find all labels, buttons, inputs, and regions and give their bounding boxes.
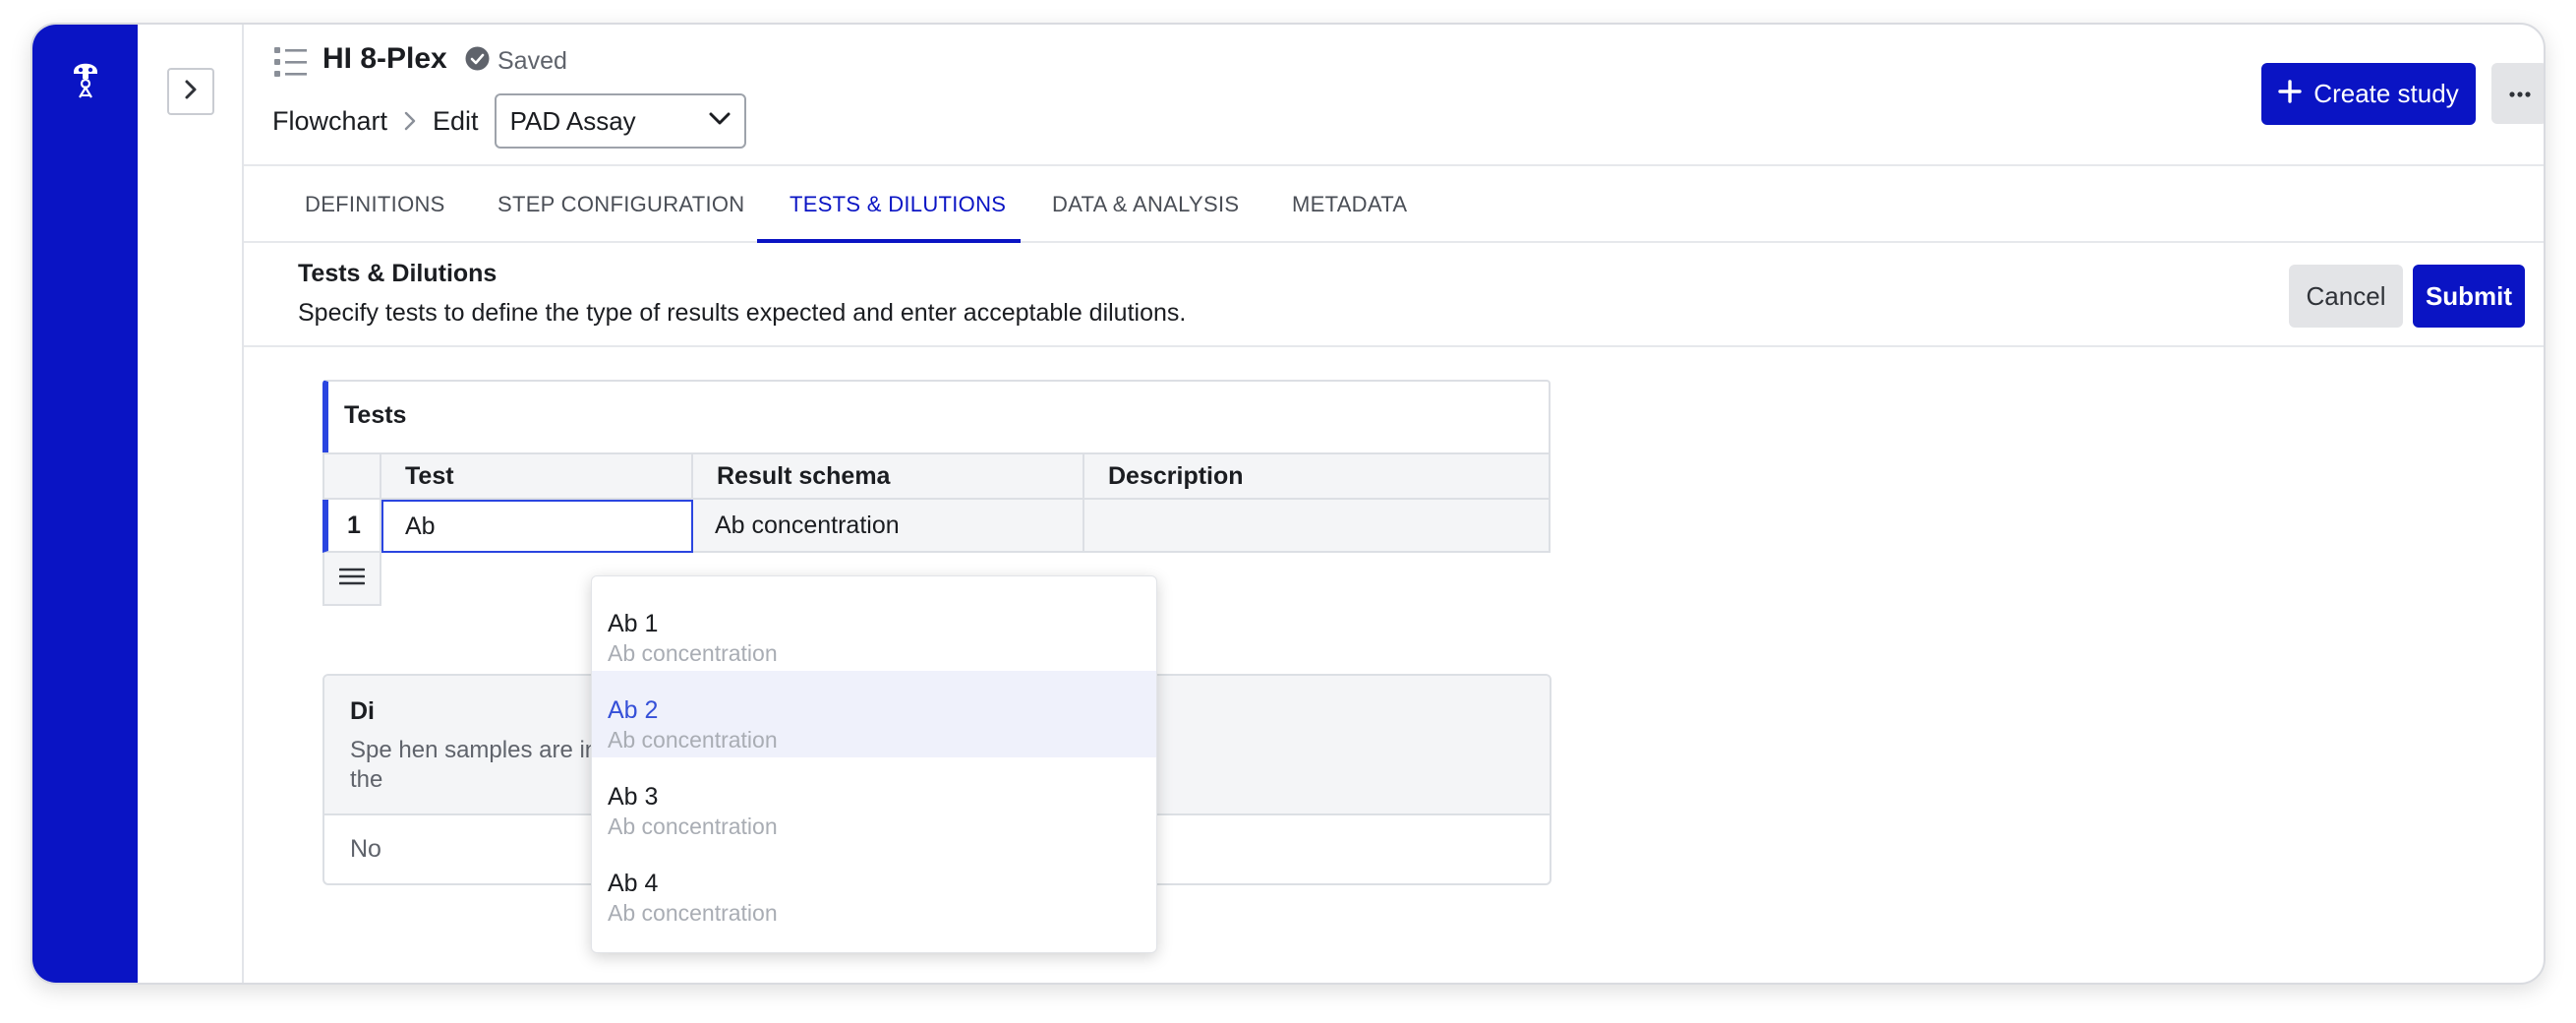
section-description: Specify tests to define the type of resu…	[298, 299, 1187, 327]
option-name: Ab 4	[608, 870, 659, 897]
list-icon	[273, 45, 309, 79]
tab-tests-dilutions[interactable]: TESTS & DILUTIONS	[790, 166, 1006, 243]
saved-label: Saved	[498, 46, 567, 75]
tests-card: Tests	[322, 380, 1551, 452]
create-study-button[interactable]: Create study	[2261, 63, 2476, 125]
tab-metadata[interactable]: METADATA	[1292, 166, 1407, 243]
chevron-right-icon	[182, 79, 200, 105]
tab-data-analysis[interactable]: DATA & ANALYSIS	[1052, 166, 1239, 243]
test-name-input[interactable]: Ab	[381, 500, 693, 553]
breadcrumb-flowchart[interactable]: Flowchart	[272, 106, 387, 137]
autocomplete-option[interactable]: Ab 3 Ab concentration	[592, 757, 1156, 844]
chevron-down-icon	[709, 112, 731, 131]
page-title: HI 8-Plex	[322, 42, 447, 75]
expand-panel-button[interactable]	[167, 68, 214, 115]
tests-card-title: Tests	[344, 401, 407, 429]
menu-icon	[338, 567, 366, 591]
breadcrumb: Flowchart Edit PAD Assay	[272, 93, 746, 149]
dilutions-card-title: Di	[350, 697, 375, 725]
app-window: HI 8-Plex Saved Flowchart Edit PAD Assay	[30, 23, 2546, 985]
plus-icon	[2278, 80, 2302, 108]
submit-button[interactable]: Submit	[2413, 265, 2525, 328]
column-header-test: Test	[381, 454, 693, 500]
dilutions-empty-state: No	[350, 835, 381, 863]
option-name: Ab 3	[608, 783, 659, 811]
check-circle-icon	[465, 46, 490, 76]
option-name: Ab 1	[608, 610, 659, 637]
autocomplete-option-highlighted[interactable]: Ab 2 Ab concentration	[592, 671, 1156, 757]
brand-rail	[32, 25, 138, 983]
result-schema-cell[interactable]: Ab concentration	[693, 500, 1084, 553]
row-number: 1	[322, 500, 381, 553]
section-header: Tests & Dilutions Specify tests to defin…	[244, 243, 2544, 347]
option-schema: Ab concentration	[608, 813, 778, 839]
column-header-description: Description	[1084, 454, 1551, 500]
autocomplete-option[interactable]: Ab 1 Ab concentration	[592, 584, 1156, 671]
more-options-button[interactable]	[2491, 63, 2544, 124]
column-header-result-schema: Result schema	[693, 454, 1084, 500]
more-icon	[2508, 85, 2531, 102]
dilutions-description-line-2: the	[350, 766, 383, 793]
chevron-right-icon	[401, 110, 419, 132]
table-header-row: Test Result schema Description	[322, 452, 1551, 500]
option-schema: Ab concentration	[608, 900, 778, 926]
table-row: 1 Ab Ab concentration	[322, 500, 1551, 553]
option-schema: Ab concentration	[608, 640, 778, 666]
row-number-header	[324, 454, 381, 500]
create-study-label: Create study	[2313, 79, 2459, 108]
side-panel	[138, 25, 244, 983]
saved-status: Saved	[465, 46, 567, 76]
description-cell[interactable]	[1084, 500, 1551, 553]
app-logo-icon[interactable]	[66, 52, 105, 101]
test-autocomplete-dropdown: Ab 1 Ab concentration Ab 2 Ab concentrat…	[591, 575, 1157, 953]
assay-select[interactable]: PAD Assay	[494, 93, 746, 149]
section-title: Tests & Dilutions	[298, 260, 498, 287]
tab-definitions[interactable]: DEFINITIONS	[305, 166, 445, 243]
autocomplete-option[interactable]: Ab 4 Ab concentration	[592, 844, 1156, 931]
option-name: Ab 2	[608, 696, 659, 724]
tab-bar: DEFINITIONS STEP CONFIGURATION TESTS & D…	[244, 166, 2544, 243]
breadcrumb-edit: Edit	[433, 105, 479, 136]
tab-step-configuration[interactable]: STEP CONFIGURATION	[498, 166, 745, 243]
page-header: HI 8-Plex Saved Flowchart Edit PAD Assay	[244, 25, 2544, 166]
cancel-button[interactable]: Cancel	[2289, 265, 2403, 328]
option-schema: Ab concentration	[608, 727, 778, 752]
row-menu-button[interactable]	[322, 553, 381, 606]
assay-select-value: PAD Assay	[509, 105, 636, 136]
main-content: HI 8-Plex Saved Flowchart Edit PAD Assay	[244, 25, 2544, 983]
